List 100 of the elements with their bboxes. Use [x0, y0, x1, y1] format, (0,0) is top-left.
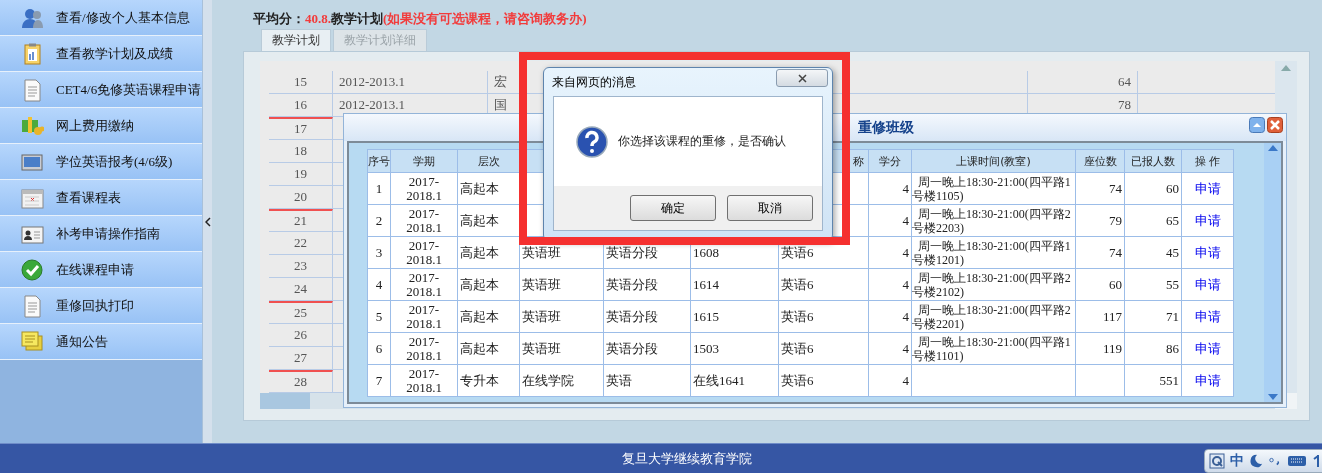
table-cell: 45	[1166, 244, 1179, 260]
close-button[interactable]	[776, 69, 828, 87]
keyboard-icon[interactable]	[1287, 453, 1307, 469]
table-cell: 74	[1109, 244, 1122, 260]
table-cell: 2017-2018.1	[406, 205, 442, 235]
table-cell: 周一晚上18:30-21:00(四平路2号楼2201)	[912, 302, 1071, 331]
column-header: 操 作	[1194, 154, 1221, 168]
sidebar-item[interactable]: 查看教学计划及成绩	[0, 36, 202, 72]
table-cell: 55	[1166, 276, 1179, 292]
row-number: 19	[294, 166, 307, 182]
table-cell: 71	[1166, 308, 1179, 324]
sidebar-item[interactable]: 查看课程表	[0, 180, 202, 216]
row-number: 23	[294, 258, 307, 274]
column-header: 学期	[413, 154, 435, 168]
table-cell: 60	[1109, 276, 1122, 292]
table-cell: 英语班	[522, 340, 561, 356]
table-cell: 在线学院	[522, 372, 574, 388]
average-label: 平均分：	[253, 10, 305, 28]
sidebar-item[interactable]: 学位英语报考(4/6级)	[0, 144, 202, 180]
close-icon[interactable]	[1267, 117, 1283, 133]
row-number: 18	[294, 143, 307, 159]
question-icon	[576, 125, 608, 158]
average-score: 40.8.	[305, 11, 331, 27]
sidebar-item[interactable]: 重修回执打印	[0, 288, 202, 324]
ime-mode[interactable]: 中	[1230, 452, 1244, 470]
dialog-message: 你选择该课程的重修，是否确认	[618, 133, 786, 150]
table-cell: 英语班	[522, 244, 561, 260]
table-cell: 4	[902, 340, 909, 356]
minimize-icon[interactable]	[1249, 117, 1265, 133]
table-cell: 64	[1118, 74, 1131, 90]
table-cell: 专升本	[460, 372, 499, 388]
table-cell: 65	[1166, 212, 1179, 228]
sidebar-item[interactable]: 通知公告	[0, 324, 202, 360]
table-cell: 英语分段	[606, 276, 658, 292]
scroll-down-icon[interactable]	[1267, 394, 1278, 400]
table-cell: 1608	[693, 244, 719, 260]
scrollbar-thumb[interactable]	[260, 393, 310, 409]
table-cell: 2017-2018.1	[406, 237, 442, 267]
sidebar-item[interactable]: 查看/修改个人基本信息	[0, 0, 202, 36]
table-cell: 2017-2018.1	[406, 301, 442, 331]
column-header: 上课时间(教室)	[956, 154, 1031, 168]
q-icon[interactable]	[1209, 453, 1225, 469]
table-cell: 2012-2013.1	[339, 74, 406, 90]
scroll-up-icon[interactable]	[1267, 145, 1278, 151]
table-cell: 2017-2018.1	[406, 365, 442, 395]
sidebar-item[interactable]: 补考申请操作指南	[0, 216, 202, 252]
table-cell: 英语6	[781, 276, 814, 292]
tab[interactable]: 教学计划	[261, 29, 331, 52]
cancel-button[interactable]: 取消	[727, 195, 813, 221]
table-cell: 4	[902, 276, 909, 292]
sidebar-item[interactable]: 网上费用缴纳	[0, 108, 202, 144]
column-header: 层次	[477, 154, 500, 168]
table-cell: 3	[375, 244, 383, 260]
table-cell: 周一晚上18:30-21:00(四平路2号楼2102)	[912, 270, 1071, 299]
table-cell: 在线1641	[693, 372, 745, 388]
table-cell: 74	[1109, 180, 1122, 196]
table-cell: 高起本	[460, 340, 499, 356]
table-cell: 79	[1109, 212, 1122, 228]
table-cell: 英语6	[781, 340, 814, 356]
notes-icon	[20, 329, 44, 354]
moon-icon[interactable]	[1249, 453, 1263, 469]
row-number: 16	[294, 97, 307, 113]
table-cell: 4	[902, 212, 909, 228]
table-cell: 英语分段	[606, 244, 658, 260]
check-icon	[20, 257, 44, 282]
row-number: 27	[294, 350, 307, 366]
row-number: 28	[294, 374, 307, 390]
column-header: 称	[853, 154, 864, 168]
confirm-button[interactable]: 确定	[630, 195, 716, 221]
table-cell: 英语6	[781, 244, 814, 260]
table-cell: 4	[902, 244, 909, 260]
sidebar-item[interactable]: 在线课程申请	[0, 252, 202, 288]
table-cell: 英语分段	[606, 308, 658, 324]
table-cell: 宏	[494, 73, 507, 91]
sidebar-item[interactable]: CET4/6免修英语课程申请	[0, 72, 202, 108]
column-header: 已报人数	[1131, 154, 1175, 168]
table-cell: 英语6	[781, 308, 814, 324]
table-cell: 周一晚上18:30-21:00(四平路1号楼1201)	[912, 238, 1071, 267]
row-number: 22	[294, 235, 307, 251]
table-cell: 2012-2013.1	[339, 97, 406, 113]
notice-text: (如果没有可选课程，请咨询教务办)	[383, 10, 587, 28]
table-cell: 高起本	[460, 276, 499, 292]
table-cell: 英语	[606, 372, 632, 388]
column-header: 学分	[879, 154, 901, 168]
table-cell: 78	[1118, 97, 1131, 113]
table-cell: 高起本	[460, 180, 499, 196]
close-icon	[797, 73, 807, 83]
table-cell: 英语班	[522, 308, 561, 324]
table-cell: 551	[1159, 372, 1179, 388]
table-cell: 7	[375, 372, 383, 388]
table-cell: 周一晚上18:30-21:00(四平路1号楼1105)	[912, 174, 1071, 203]
row-number: 17	[294, 121, 307, 137]
table-cell: 1503	[693, 340, 719, 356]
row-number: 24	[294, 281, 307, 297]
table-cell: 4	[902, 372, 909, 388]
table-cell: 119	[1102, 340, 1122, 356]
table-cell: 2017-2018.1	[406, 333, 442, 363]
table-cell: 2	[375, 212, 383, 228]
table-cell: 86	[1166, 340, 1179, 356]
table-cell: 国	[494, 96, 507, 114]
